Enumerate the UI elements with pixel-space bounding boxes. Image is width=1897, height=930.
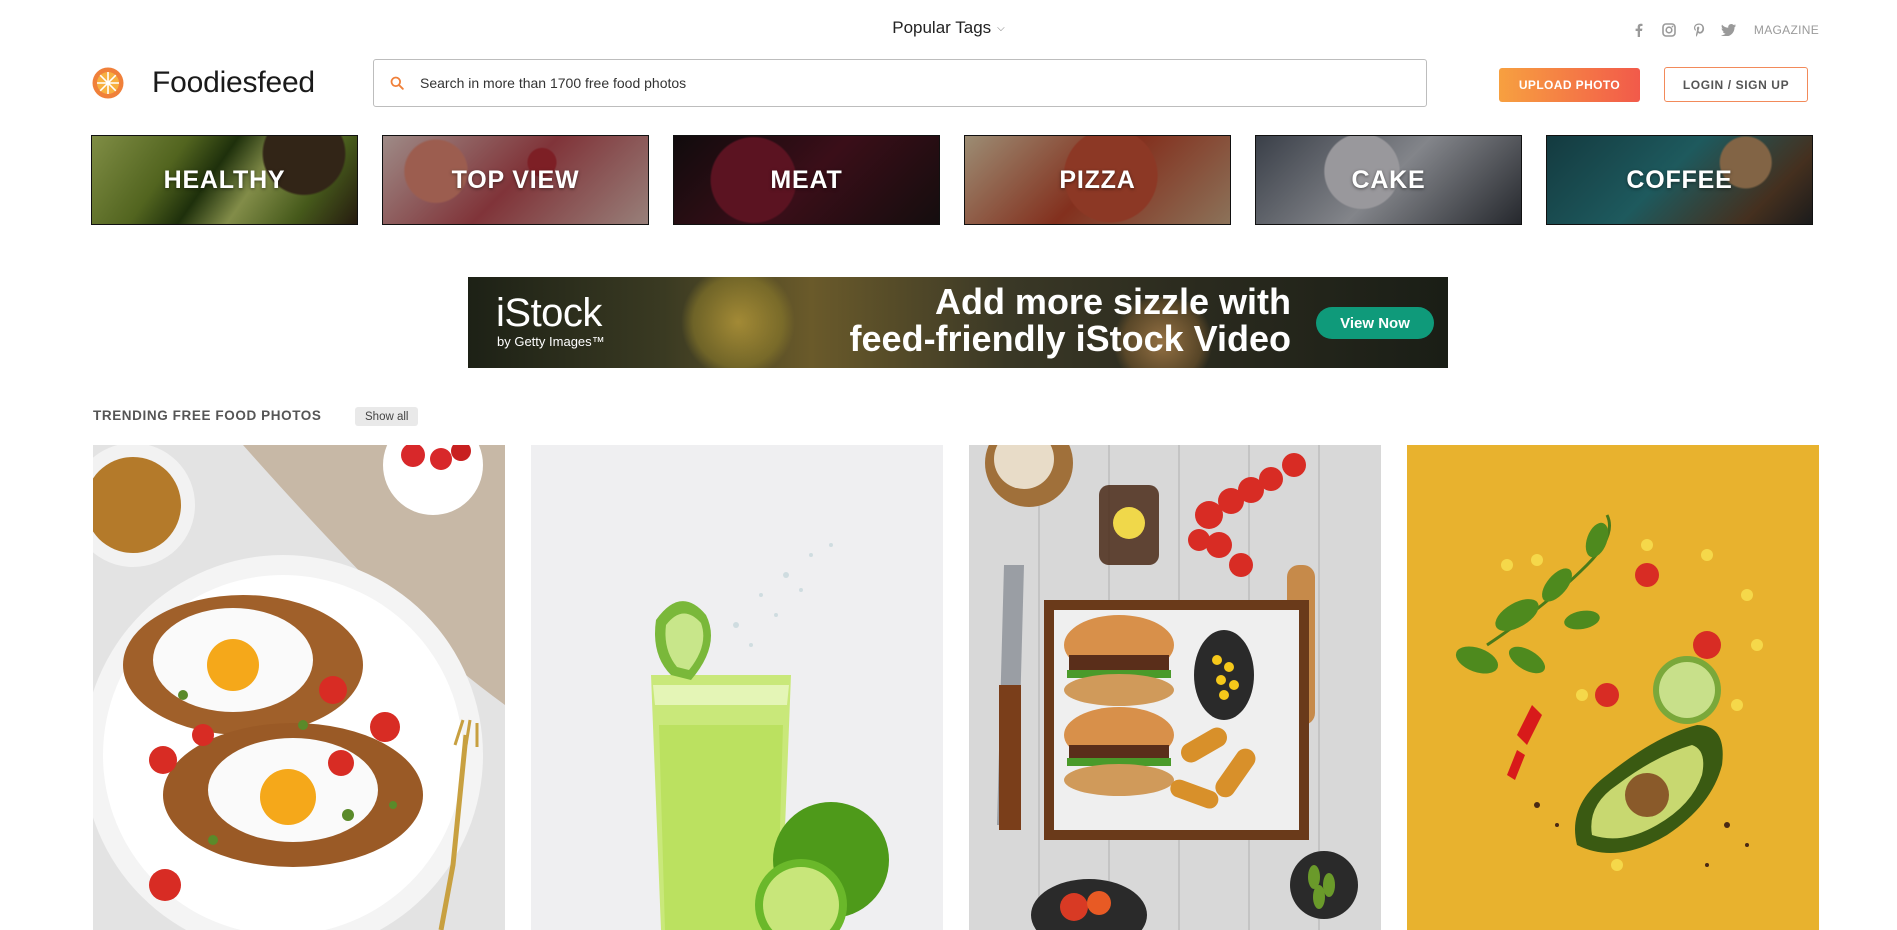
- burgers-tray-photo: [969, 445, 1381, 930]
- popular-tags-dropdown[interactable]: Popular Tags ⌵: [0, 18, 1897, 38]
- eggs-toast-photo: [93, 445, 505, 930]
- category-label: HEALTHY: [163, 165, 286, 194]
- trending-photo-grid: [93, 445, 1819, 930]
- flying-vegetables-photo: [1407, 445, 1819, 930]
- trending-section-title: TRENDING FREE FOOD PHOTOS: [93, 408, 322, 423]
- ad-headline: Add more sizzle with feed-friendly iStoc…: [850, 283, 1291, 357]
- chevron-down-icon: ⌵: [997, 23, 1005, 34]
- search-bar[interactable]: [373, 59, 1427, 107]
- foodiesfeed-logo[interactable]: [92, 67, 124, 99]
- category-meat[interactable]: MEAT: [673, 135, 940, 225]
- ad-headline-line2: feed-friendly iStock Video: [849, 318, 1291, 359]
- search-input[interactable]: [418, 74, 1322, 92]
- ad-background-blur: [678, 277, 798, 368]
- login-signup-button[interactable]: LOGIN / SIGN UP: [1664, 67, 1808, 102]
- ad-headline-line1: Add more sizzle with: [934, 281, 1291, 322]
- photo-card[interactable]: [531, 445, 943, 930]
- facebook-icon[interactable]: [1624, 20, 1654, 40]
- search-icon: [390, 76, 404, 90]
- category-top-view[interactable]: TOP VIEW: [382, 135, 649, 225]
- category-label: COFFEE: [1626, 165, 1733, 194]
- popular-tags-label: Popular Tags: [892, 18, 992, 37]
- getty-images-label: by Getty Images™: [497, 334, 605, 349]
- photo-card[interactable]: [93, 445, 505, 930]
- instagram-icon[interactable]: [1654, 20, 1684, 40]
- category-pizza[interactable]: PIZZA: [964, 135, 1231, 225]
- category-healthy[interactable]: HEALTHY: [91, 135, 358, 225]
- photo-card[interactable]: [969, 445, 1381, 930]
- category-label: TOP VIEW: [451, 165, 580, 194]
- category-cake[interactable]: CAKE: [1255, 135, 1522, 225]
- pinterest-icon[interactable]: [1684, 20, 1714, 40]
- show-all-button[interactable]: Show all: [355, 407, 419, 426]
- view-now-button[interactable]: View Now: [1316, 307, 1434, 339]
- brand-name[interactable]: Foodiesfeed: [152, 66, 315, 100]
- upload-photo-button[interactable]: UPLOAD PHOTO: [1499, 68, 1640, 102]
- twitter-icon[interactable]: [1714, 20, 1744, 40]
- lime-drink-photo: [531, 445, 943, 930]
- photo-card[interactable]: [1407, 445, 1819, 930]
- category-label: PIZZA: [1059, 165, 1136, 194]
- istock-ad-banner[interactable]: iStock by Getty Images™ Add more sizzle …: [468, 277, 1448, 368]
- category-tiles: HEALTHY TOP VIEW MEAT PIZZA CAKE COFFEE: [91, 135, 1813, 225]
- magazine-link[interactable]: MAGAZINE: [1754, 23, 1819, 37]
- social-links: MAGAZINE: [1624, 20, 1819, 40]
- istock-logo: iStock: [496, 291, 602, 335]
- category-label: CAKE: [1351, 165, 1426, 194]
- category-label: MEAT: [770, 165, 843, 194]
- category-coffee[interactable]: COFFEE: [1546, 135, 1813, 225]
